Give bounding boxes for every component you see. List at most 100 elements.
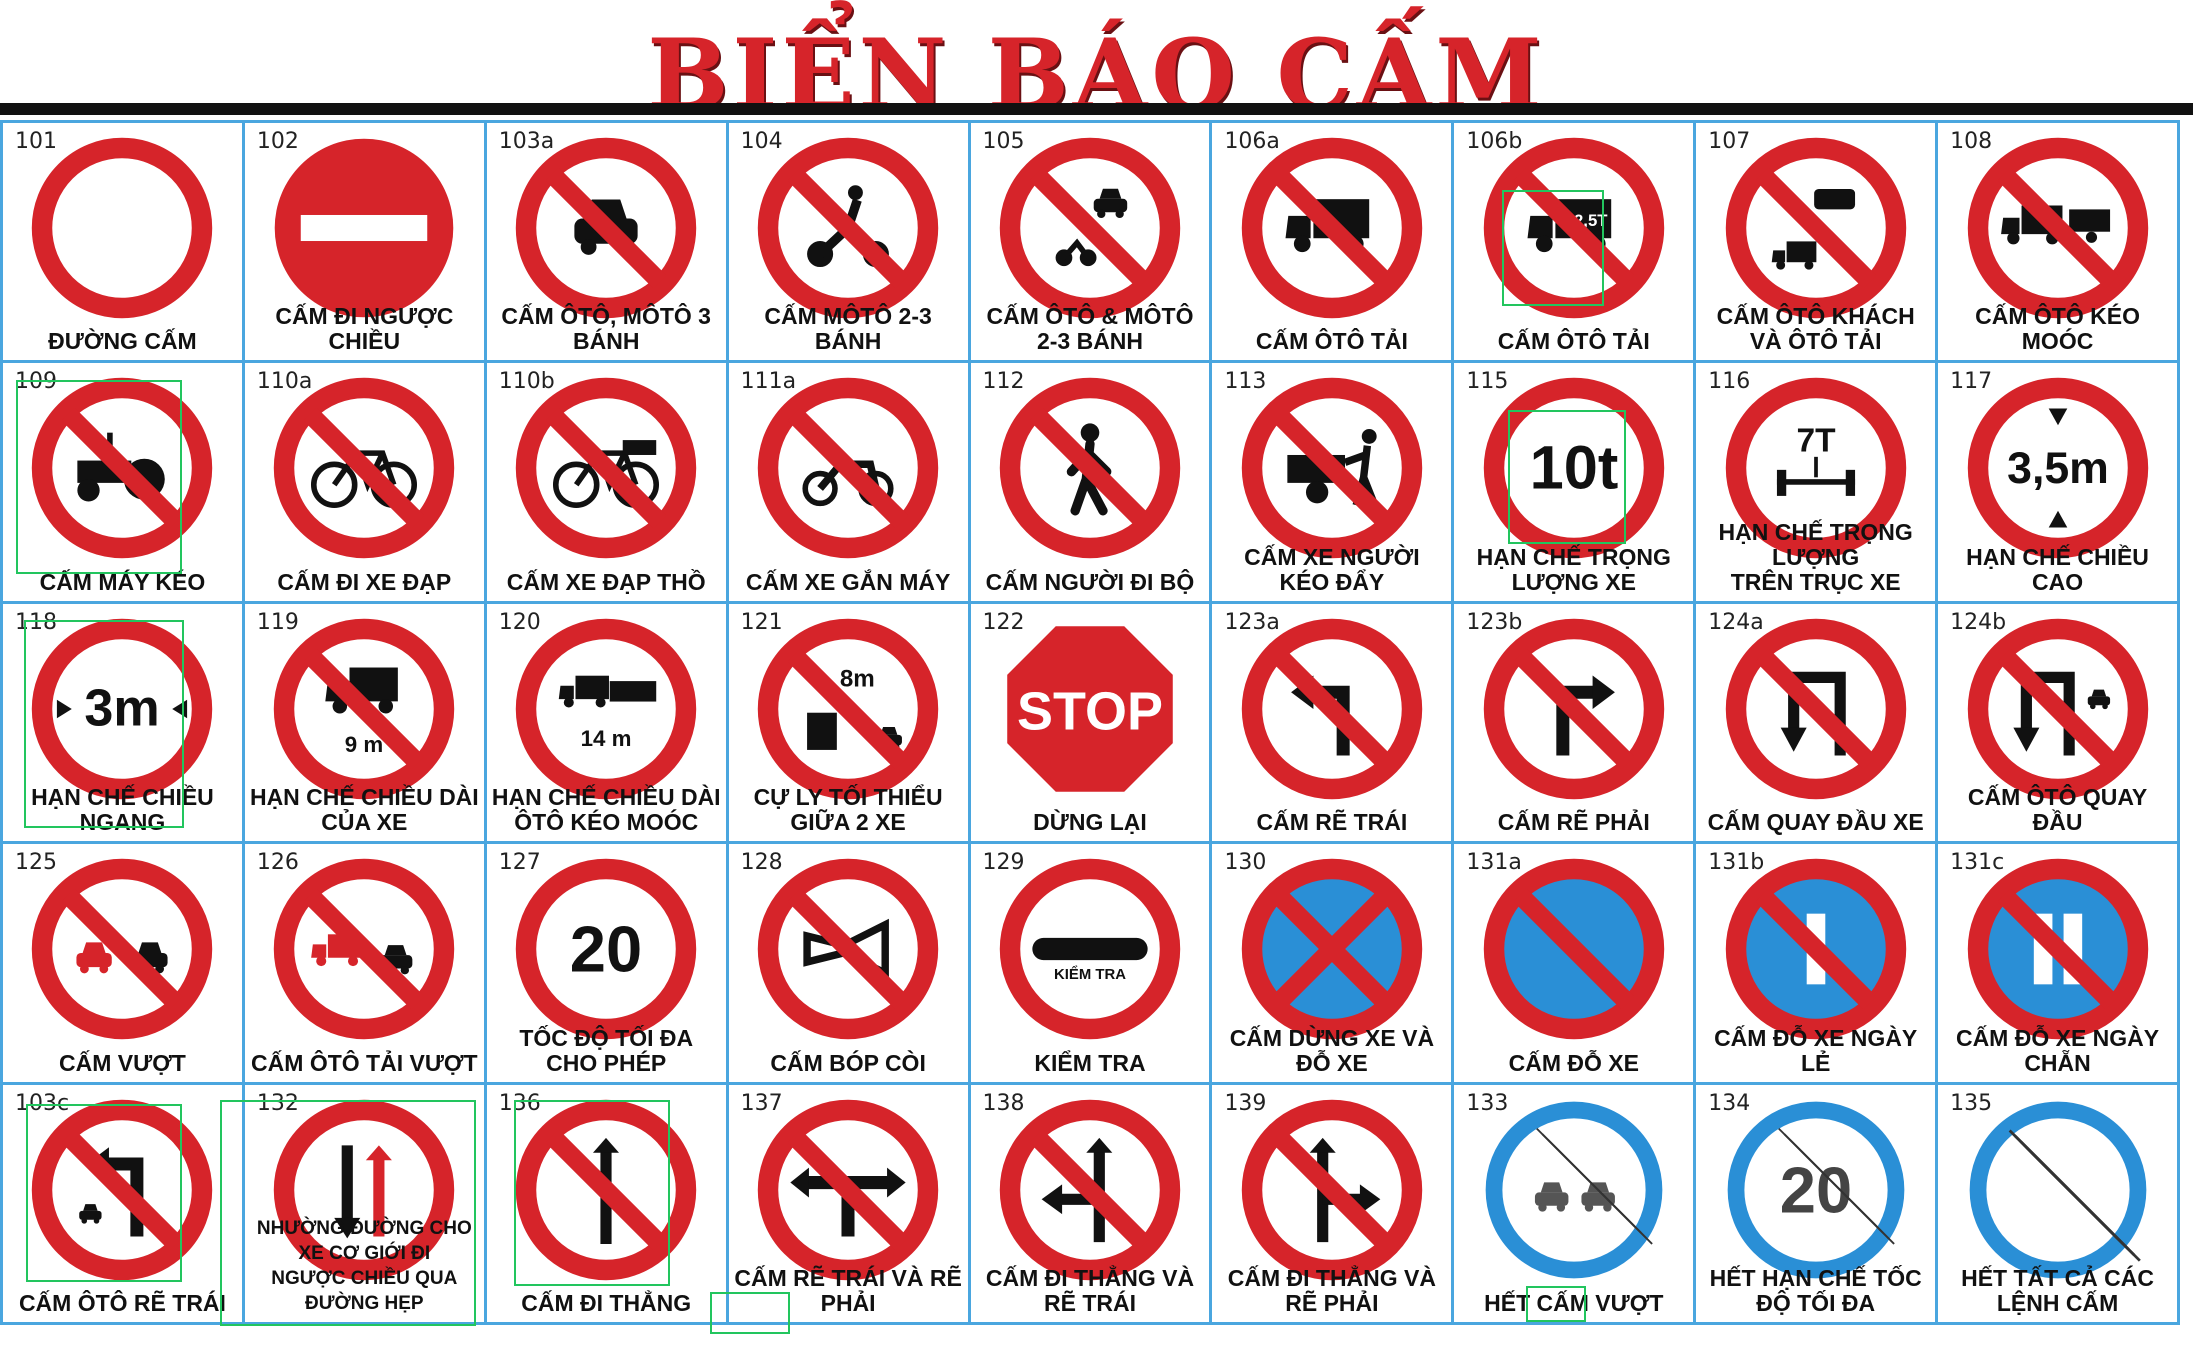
- sign-caption: CẤM QUAY ĐẦU XE: [1707, 809, 1924, 836]
- sign-cell-106a: 106a CẤM ÔTÔ TẢI: [1209, 120, 1452, 361]
- sign-cell-102: 102 CẤM ĐI NGƯỢC CHIỀU: [241, 120, 484, 361]
- no-cargo-bicycle-sign: [515, 378, 697, 559]
- sign-caption: HẠN CHẾ TRỌNG LƯỢNG XE: [1476, 543, 1671, 595]
- sign-cell-124a: 124a CẤM QUAY ĐẦU XE: [1693, 600, 1936, 842]
- sign-caption: CẤM ĐỖ XE NGÀY LẺ: [1714, 1024, 1918, 1076]
- sign-cell-131c: 131c CẤM ĐỖ XE NGÀY CHẴN: [1935, 841, 2177, 1082]
- sign-cell-120: 120 14 m HẠN CHẾ CHIỀU DÀI ÔTÔ KÉO MOÓC: [483, 600, 726, 842]
- sign-caption: CẤM RẼ PHẢI: [1497, 809, 1650, 836]
- sign-caption: CẤM ĐI NGƯỢC CHIỀU: [275, 303, 454, 355]
- sign-cell-108: 108 CẤM ÔTÔ KÉO MOÓC: [1935, 120, 2177, 361]
- svg-text:STOP: STOP: [1017, 681, 1163, 741]
- sign-cell-131a: 131a CẤM ĐỖ XE: [1451, 841, 1694, 1082]
- highlight-box: [26, 1104, 182, 1282]
- sign-caption: CẤM XE NGƯỜI KÉO ĐẨY: [1244, 543, 1420, 595]
- no-horn-sign: [757, 858, 939, 1040]
- no-car-motorcycle-sign: [999, 137, 1181, 319]
- sign-caption: CẤM BÓP CÒI: [770, 1049, 926, 1076]
- sign-cell-134: 134 20 HẾT HẠN CHẾ TỐC ĐỘ TỐI ĐA: [1693, 1081, 1936, 1322]
- no-parking-sign: [1483, 858, 1664, 1040]
- sign-cell-110a: 110a CẤM ĐI XE ĐẠP: [241, 360, 484, 601]
- no-car-u-turn-sign: [1967, 618, 2148, 800]
- end-no-overtaking-sign: [1485, 1101, 1663, 1278]
- no-right-turn-sign: [1483, 618, 1664, 800]
- sign-caption: DỪNG LẠI: [1033, 809, 1147, 836]
- sign-cell-138: 138 CẤM ĐI THẲNG VÀ RẼ TRÁI: [967, 1081, 1210, 1322]
- highlight-box: [16, 380, 182, 574]
- svg-text:14 m: 14 m: [581, 726, 632, 751]
- svg-text:20: 20: [1779, 1153, 1851, 1226]
- sign-cell-117: 117 3,5m HẠN CHẾ CHIỀU CAO: [1935, 360, 2177, 601]
- sign-cell-126: 126 CẤM ÔTÔ TẢI VƯỢT: [241, 841, 484, 1082]
- sign-caption: HẠN CHẾ TRỌNG LƯỢNG TRÊN TRỤC XE: [1718, 518, 1913, 595]
- sign-cell-103a: 103a CẤM ÔTÔ, MÔTÔ 3 BÁNH: [483, 120, 726, 361]
- sign-caption: CẤM XE ĐẠP THỒ: [506, 568, 706, 595]
- sign-cell-111a: 111a CẤM XE GẮN MÁY: [725, 360, 968, 601]
- sign-cell-121: 121 8m CỰ LY TỐI THIỂU GIỮA 2 XE: [725, 600, 968, 842]
- sign-caption: HẠN CHẾ CHIỀU CAO: [1966, 543, 2149, 595]
- no-truck-sign: [1241, 137, 1423, 319]
- end-speed-limit-sign: 20: [1727, 1101, 1905, 1278]
- min-distance-sign: 8m: [757, 618, 939, 800]
- sign-cell-124b: 124b CẤM ÔTÔ QUAY ĐẦU: [1935, 600, 2177, 842]
- no-bus-truck-sign: [1725, 137, 1906, 319]
- sign-cell-107: 107 CẤM ÔTÔ KHÁCH VÀ ÔTÔ TẢI: [1693, 120, 1936, 361]
- speed-limit-sign: 20: [515, 858, 697, 1040]
- empty-circle-sign: [32, 137, 213, 319]
- svg-text:KIỂM TRA: KIỂM TRA: [1054, 965, 1126, 983]
- sign-cell-130: 130 CẤM DỪNG XE VÀ ĐỖ XE: [1209, 841, 1452, 1082]
- highlight-box: [514, 1100, 670, 1286]
- sign-caption: CẤM ĐỖ XE: [1508, 1049, 1639, 1076]
- sign-caption: CẤM MÔTÔ 2-3 BÁNH: [764, 303, 932, 355]
- no-bicycle-sign: [274, 378, 455, 559]
- svg-text:7T: 7T: [1796, 423, 1836, 460]
- no-trailer-sign: [1967, 137, 2148, 319]
- sign-caption: CẤM ÔTÔ TẢI VƯỢT: [251, 1049, 478, 1076]
- sign-cell-131b: 131b CẤM ĐỖ XE NGÀY LẺ: [1693, 841, 1936, 1082]
- no-truck-overtaking-sign: [274, 858, 455, 1040]
- sign-caption: HẠN CHẾ CHIỀU DÀI CỦA XE: [249, 784, 479, 836]
- sign-caption: CẤM DỪNG XE VÀ ĐỖ XE: [1229, 1024, 1435, 1076]
- sign-cell-128: 128 CẤM BÓP CÒI: [725, 841, 968, 1082]
- no-parking-even-days-sign: [1967, 858, 2148, 1040]
- trailer-length-limit-sign: 14 m: [515, 618, 697, 800]
- highlight-box: [710, 1292, 790, 1334]
- sign-cell-110b: 110b CẤM XE ĐẠP THỒ: [483, 360, 726, 601]
- no-straight-left-sign: [999, 1099, 1181, 1280]
- sign-caption: CẤM ĐI THẲNG VÀ RẼ TRÁI: [985, 1264, 1195, 1316]
- sign-caption: CẤM ÔTÔ TẢI: [1497, 328, 1650, 355]
- sign-caption: CẤM ĐI XE ĐẠP: [277, 568, 452, 595]
- sign-cell-101: 101 ĐƯỜNG CẤM: [0, 120, 242, 361]
- sign-cell-119: 119 9 m HẠN CHẾ CHIỀU DÀI CỦA XE: [241, 600, 484, 842]
- sign-cell-137: 137 CẤM RẼ TRÁI VÀ RẼ PHẢI: [725, 1081, 968, 1322]
- sign-caption: CẤM ÔTÔ QUAY ĐẦU: [1967, 784, 2148, 836]
- sign-caption: CẤM ÔTÔ TẢI: [1255, 328, 1408, 355]
- sign-cell-123b: 123b CẤM RẼ PHẢI: [1451, 600, 1694, 842]
- highlight-box: [1508, 410, 1626, 544]
- no-overtaking-sign: [32, 858, 213, 1040]
- sign-cell-105: 105 CẤM ÔTÔ & MÔTÔ 2-3 BÁNH: [967, 120, 1210, 361]
- sign-cell-112: 112 CẤM NGƯỜI ĐI BỘ: [967, 360, 1210, 601]
- sign-cell-129: 129 KIỂM TRA KIỂM TRA: [967, 841, 1210, 1082]
- sign-caption: CẤM VƯỢT: [59, 1049, 186, 1076]
- checkpoint-sign: KIỂM TRA: [999, 858, 1181, 1040]
- sign-caption: ĐƯỜNG CẤM: [48, 328, 197, 355]
- sign-caption: HẾT HẠN CHẾ TỐC ĐỘ TỐI ĐA: [1709, 1264, 1922, 1316]
- sign-cell-113: 113 CẤM XE NGƯỜI KÉO ĐẨY: [1209, 360, 1452, 601]
- sign-caption: CẤM ĐỖ XE NGÀY CHẴN: [1955, 1024, 2160, 1076]
- sign-cell-122: 122 STOP DỪNG LẠI: [967, 600, 1210, 842]
- svg-text:8m: 8m: [840, 665, 875, 692]
- sign-caption: CẤM NGƯỜI ĐI BỘ: [985, 568, 1195, 595]
- sign-caption: CẤM ÔTÔ KÉO MOÓC: [1975, 303, 2140, 355]
- no-pedestrian-sign: [999, 378, 1181, 559]
- no-motorcycle-sign: [757, 137, 939, 319]
- height-limit-sign: 3,5m: [1967, 378, 2148, 559]
- end-all-restrictions-sign: [1969, 1101, 2146, 1278]
- no-left-turn-sign: [1241, 618, 1423, 800]
- sign-cell-116: 116 7T HẠN CHẾ TRỌNG LƯỢNG TRÊN TRỤC XE: [1693, 360, 1936, 601]
- svg-text:20: 20: [570, 913, 642, 986]
- sign-caption: CẤM ĐI THẲNG VÀ RẼ PHẢI: [1227, 1264, 1437, 1316]
- sign-caption: CẤM RẼ TRÁI: [1256, 809, 1408, 836]
- sign-caption: CẤM ÔTÔ & MÔTÔ 2-3 BÁNH: [986, 303, 1194, 355]
- sign-caption: HẠN CHẾ CHIỀU DÀI ÔTÔ KÉO MOÓC: [491, 784, 721, 836]
